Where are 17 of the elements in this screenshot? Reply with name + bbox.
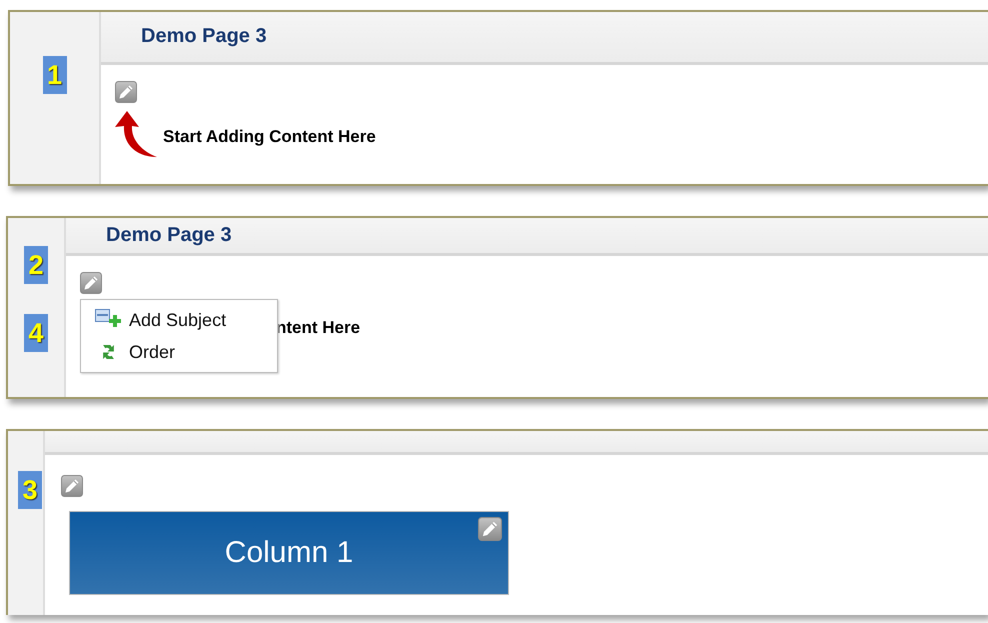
page-title: Demo Page 3 (106, 224, 232, 248)
swap-arrows-icon (103, 345, 114, 359)
menu-item[interactable]: Order (81, 336, 277, 368)
step-number-badge: 3 (18, 471, 42, 509)
pencil-icon[interactable] (80, 272, 102, 294)
step-number-badge: 2 (24, 246, 48, 284)
pencil-icon[interactable] (115, 81, 137, 103)
page-title: Demo Page 3 (141, 25, 267, 49)
menu-item[interactable]: Add Subject (81, 304, 277, 336)
pencil-icon[interactable] (478, 517, 502, 541)
step-number-badge: 4 (24, 314, 48, 352)
curved-arrow-icon (115, 111, 159, 159)
pencil-icon[interactable] (61, 475, 83, 497)
step-number-badge: 1 (42, 56, 66, 94)
column-title: Column 1 (224, 536, 354, 570)
hint-text: ntent Here (276, 318, 362, 338)
hint-text: Start Adding Content Here (163, 127, 376, 148)
